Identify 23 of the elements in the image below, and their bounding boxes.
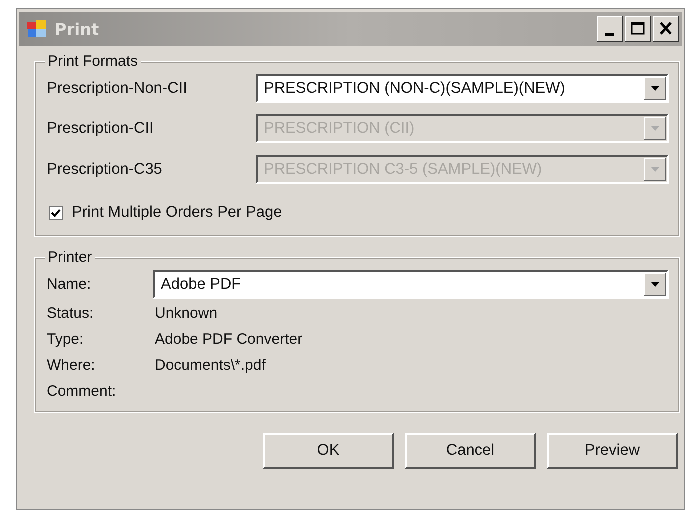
info-label: Where:	[47, 356, 96, 376]
info-label: Comment:	[47, 382, 118, 402]
dialog-button[interactable]: Cancel	[405, 433, 536, 469]
info-label: Type:	[47, 330, 85, 350]
checkbox-label: Print Multiple Orders Per Page	[72, 204, 282, 222]
window-title: Print	[55, 20, 100, 38]
info-label: Status:	[47, 304, 95, 324]
field-label: Prescription-Non-CII	[47, 80, 188, 98]
dialog-button[interactable]: OK	[263, 433, 394, 469]
field-label: Name:	[47, 276, 92, 293]
maximize-icon[interactable]	[625, 16, 651, 42]
dialog-button[interactable]: Preview	[547, 433, 678, 469]
field-label: Prescription-CII	[47, 120, 155, 138]
dropdown-field[interactable]: PRESCRIPTION (NON-C)(SAMPLE)(NEW)	[256, 74, 669, 103]
info-value: Documents\*.pdf	[155, 356, 267, 376]
checkbox[interactable]	[49, 206, 63, 220]
info-value: Adobe PDF Converter	[155, 330, 304, 350]
field-label: Prescription-C35	[47, 160, 164, 178]
dropdown-field[interactable]: Adobe PDF	[153, 270, 669, 299]
minimize-icon[interactable]	[597, 16, 623, 42]
info-value: Unknown	[155, 304, 219, 324]
close-icon[interactable]	[653, 16, 679, 42]
app-icon	[27, 20, 47, 38]
